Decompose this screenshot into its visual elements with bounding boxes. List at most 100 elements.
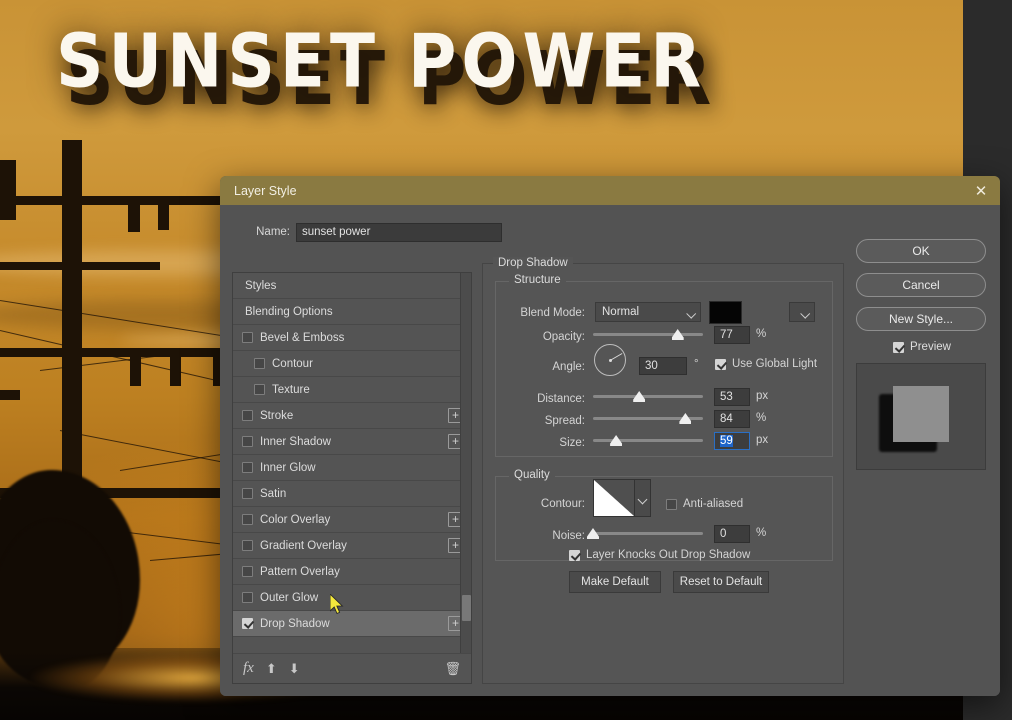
reset-to-default-button[interactable]: Reset to Default [673, 571, 769, 593]
style-row-outer-glow[interactable]: Outer Glow [233, 585, 471, 611]
arrow-down-icon[interactable]: ⬇ [289, 662, 300, 675]
style-row-bevel-and-emboss[interactable]: Bevel & Emboss [233, 325, 471, 351]
shadow-color-swatch[interactable] [709, 301, 742, 324]
style-row-label: Blending Options [245, 305, 333, 318]
effect-checkbox-inner-glow[interactable] [242, 462, 253, 473]
size-unit: px [756, 434, 769, 446]
style-row-blending-options[interactable]: Blending Options [233, 299, 471, 325]
angle-dial-hand [609, 353, 623, 361]
fx-icon[interactable]: fx [243, 661, 254, 676]
distance-unit: px [756, 390, 769, 402]
structure-title: Structure [509, 274, 566, 286]
style-row-label: Satin [260, 487, 287, 500]
distance-slider[interactable] [593, 389, 703, 403]
dialog-titlebar: Layer Style ✕ [220, 176, 1000, 205]
opacity-value[interactable]: 77 [714, 326, 750, 344]
pole-insulator [158, 200, 169, 230]
effect-checkbox-pattern-overlay[interactable] [242, 566, 253, 577]
layer-name-label: Name: [256, 226, 290, 238]
use-global-light-label: Use Global Light [732, 358, 818, 370]
pole-crossarm [0, 262, 160, 270]
pole-insulator [130, 352, 141, 386]
layer-knocks-out-checkbox[interactable] [569, 549, 580, 561]
preview-checkbox-row[interactable]: Preview [856, 341, 988, 353]
size-value-selected-text: 59 [720, 435, 733, 447]
style-row-label: Bevel & Emboss [260, 331, 345, 344]
photoshop-window: SUNSET POWER Layer Style ✕ Name: Styles B… [0, 0, 1012, 720]
dialog-title: Layer Style [234, 183, 297, 198]
effect-checkbox-bevel-and-emboss[interactable] [242, 332, 253, 343]
noise-value[interactable]: 0 [714, 525, 750, 543]
size-value[interactable]: 59 [714, 432, 750, 450]
distance-value[interactable]: 53 [714, 388, 750, 406]
spread-slider[interactable] [593, 411, 703, 425]
effect-preview-thumbnail [856, 363, 986, 470]
contour-preset-swatch[interactable] [593, 479, 635, 517]
layer-knocks-out-row[interactable]: Layer Knocks Out Drop Shadow [569, 549, 750, 561]
effect-checkbox-inner-shadow[interactable] [242, 436, 253, 447]
noise-slider[interactable] [587, 526, 703, 540]
style-row-drop-shadow[interactable]: Drop Shadow + [233, 611, 471, 637]
contour-label: Contour: [540, 498, 585, 510]
layer-name-input[interactable] [296, 222, 502, 242]
style-row-texture[interactable]: Texture [233, 377, 471, 403]
new-style-button[interactable]: New Style... [856, 307, 986, 331]
opacity-slider[interactable] [593, 327, 703, 341]
arrow-up-icon[interactable]: ⬆ [266, 662, 277, 675]
anti-aliased-row[interactable]: Anti-aliased [666, 498, 743, 510]
blend-mode-select[interactable]: Normal [595, 302, 701, 322]
style-row-satin[interactable]: Satin [233, 481, 471, 507]
anti-aliased-checkbox[interactable] [666, 498, 677, 510]
dialog-actions: OK Cancel New Style... Preview [856, 239, 988, 470]
trash-icon[interactable]: 🗑 [444, 662, 461, 675]
style-row-label: Color Overlay [260, 513, 331, 526]
spread-label: Spread: [544, 415, 585, 427]
style-row-inner-shadow[interactable]: Inner Shadow + [233, 429, 471, 455]
ok-button[interactable]: OK [856, 239, 986, 263]
angle-unit: ° [694, 358, 699, 370]
effect-checkbox-contour[interactable] [254, 358, 265, 369]
style-row-styles[interactable]: Styles [233, 273, 471, 299]
angle-value[interactable]: 30 [639, 357, 687, 375]
style-row-gradient-overlay[interactable]: Gradient Overlay + [233, 533, 471, 559]
style-row-label: Contour [272, 357, 313, 370]
style-row-color-overlay[interactable]: Color Overlay + [233, 507, 471, 533]
spread-value[interactable]: 84 [714, 410, 750, 428]
style-row-label: Outer Glow [260, 591, 319, 604]
pole-insulator [170, 352, 181, 386]
close-icon[interactable]: ✕ [962, 176, 1000, 205]
use-global-light-checkbox[interactable] [715, 358, 726, 370]
pole-insulator [0, 390, 20, 400]
style-row-stroke[interactable]: Stroke + [233, 403, 471, 429]
use-global-light-row[interactable]: Use Global Light [715, 358, 817, 370]
effect-checkbox-color-overlay[interactable] [242, 514, 253, 525]
dialog-body: Name: Styles Blending Options Bevel & Embo… [220, 205, 1000, 696]
style-row-contour[interactable]: Contour [233, 351, 471, 377]
styles-scrollbar-thumb[interactable] [462, 595, 471, 621]
style-row-label: Styles [245, 279, 277, 292]
make-default-button[interactable]: Make Default [569, 571, 661, 593]
preview-checkbox[interactable] [893, 341, 905, 353]
style-row-pattern-overlay[interactable]: Pattern Overlay [233, 559, 471, 585]
cancel-button[interactable]: Cancel [856, 273, 986, 297]
pole-insulator [128, 198, 140, 232]
opacity-label: Opacity: [542, 331, 585, 343]
styles-list[interactable]: Styles Blending Options Bevel & Emboss Cont… [233, 273, 471, 653]
effect-checkbox-texture[interactable] [254, 384, 265, 395]
style-row-inner-glow[interactable]: Inner Glow [233, 455, 471, 481]
preview-label: Preview [910, 341, 951, 353]
style-row-label: Inner Glow [260, 461, 316, 474]
styles-scrollbar[interactable] [460, 273, 471, 653]
effect-checkbox-drop-shadow[interactable] [242, 618, 253, 629]
size-slider[interactable] [593, 433, 703, 447]
layer-style-dialog: Layer Style ✕ Name: Styles Blending Optio… [220, 176, 1000, 696]
contour-dropdown-arrow[interactable] [635, 479, 651, 517]
style-row-label: Stroke [260, 409, 294, 422]
angle-dial[interactable] [594, 344, 626, 376]
style-row-label: Drop Shadow [260, 617, 330, 630]
effect-checkbox-gradient-overlay[interactable] [242, 540, 253, 551]
pole-crossarm [0, 196, 230, 205]
effect-checkbox-satin[interactable] [242, 488, 253, 499]
effect-checkbox-stroke[interactable] [242, 410, 253, 421]
effect-checkbox-outer-glow[interactable] [242, 592, 253, 603]
